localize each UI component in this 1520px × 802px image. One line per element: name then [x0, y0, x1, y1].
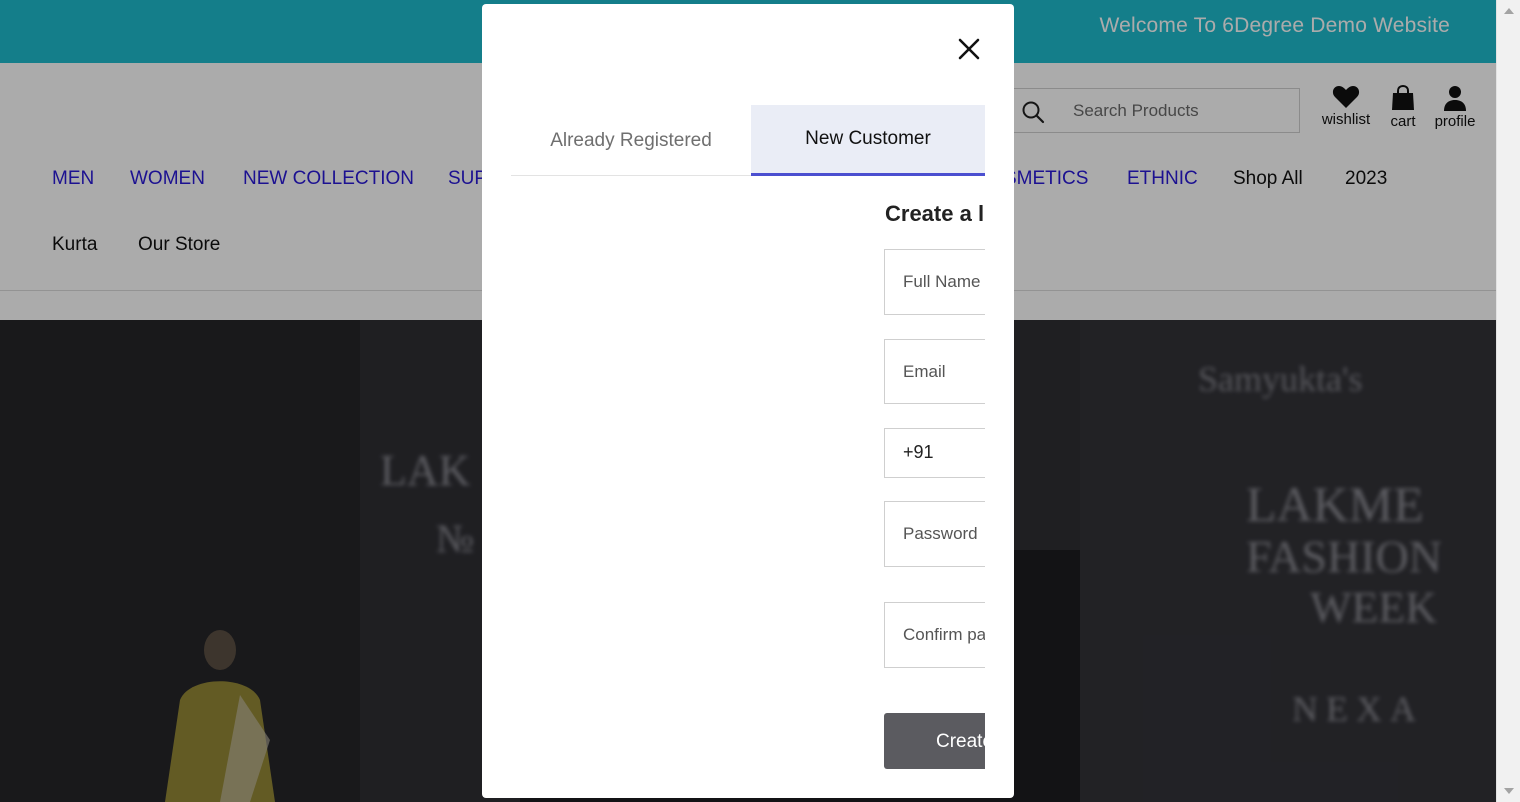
tab-new-customer[interactable]: New Customer [751, 105, 985, 176]
form-title: Create a l [885, 201, 985, 226]
login-modal: Already Registered New Customer Create a… [482, 4, 1014, 798]
close-icon[interactable] [955, 35, 983, 63]
page-scrollbar[interactable] [1496, 0, 1520, 802]
password-input[interactable] [885, 502, 985, 566]
password-field[interactable] [884, 501, 985, 567]
email-field[interactable] [884, 339, 985, 404]
tab-already-registered[interactable]: Already Registered [511, 105, 751, 176]
email-input[interactable] [885, 340, 985, 403]
country-code[interactable]: +91 [903, 442, 934, 463]
scroll-up-icon[interactable] [1504, 8, 1514, 14]
create-button-label: Create [936, 731, 985, 752]
create-account-button[interactable]: Create [884, 713, 985, 769]
auth-tabs: Already Registered New Customer [511, 105, 985, 176]
full-name-input[interactable] [885, 250, 985, 314]
modal-content: Already Registered New Customer Create a… [511, 105, 985, 798]
full-name-field[interactable] [884, 249, 985, 315]
scroll-down-icon[interactable] [1504, 788, 1514, 794]
confirm-password-field[interactable] [884, 602, 985, 668]
confirm-password-input[interactable] [885, 603, 985, 667]
phone-field[interactable]: +91 [884, 428, 985, 478]
